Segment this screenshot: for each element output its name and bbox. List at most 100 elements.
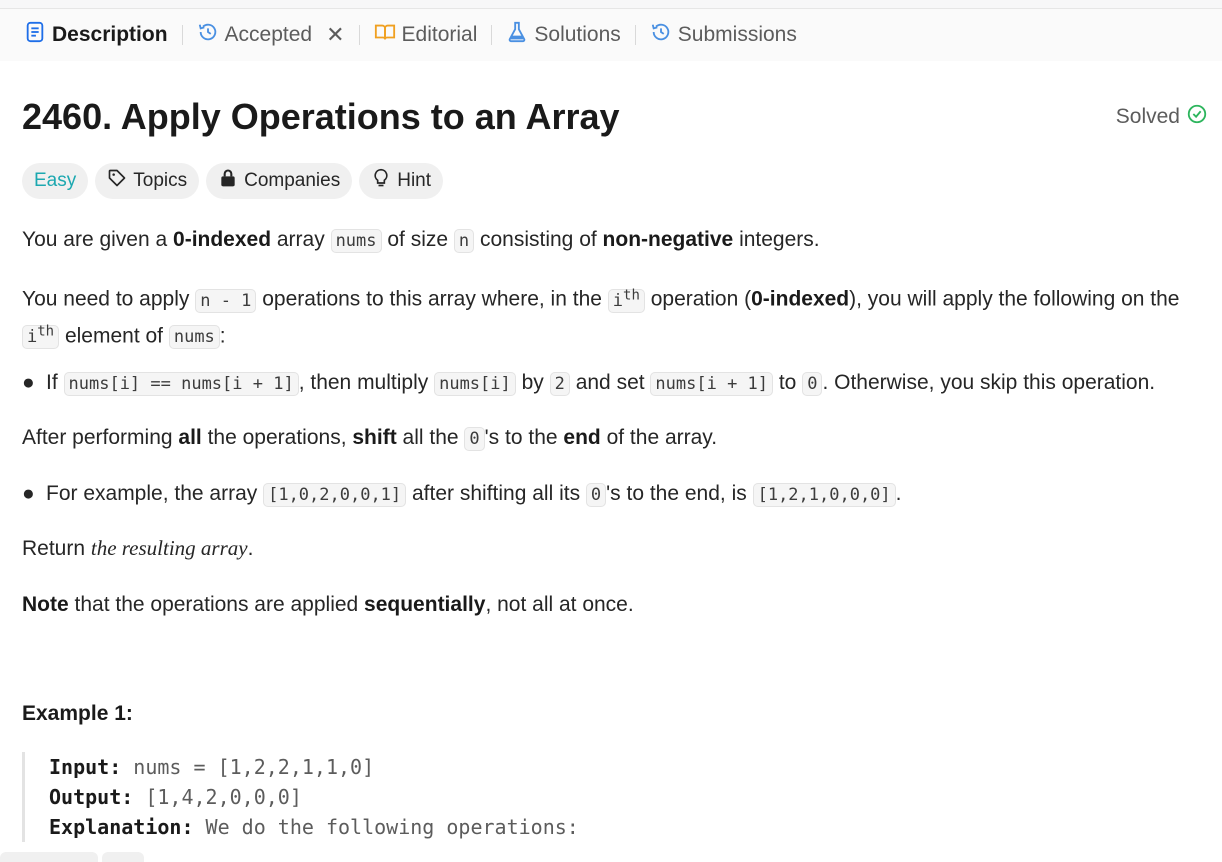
tab-solutions[interactable]: Solutions (502, 17, 624, 53)
tab-editorial[interactable]: Editorial (370, 17, 482, 53)
text: element of (59, 324, 169, 348)
topics-label: Topics (133, 170, 188, 191)
tab-submissions-label: Submissions (677, 23, 797, 46)
text: ), you will apply the following on the (849, 287, 1180, 311)
tab-divider (181, 25, 183, 45)
lock-icon (218, 168, 238, 194)
example-title: Example 1: (22, 702, 133, 725)
bullet-dot: ● (22, 482, 35, 505)
inline-code: 2 (549, 372, 570, 396)
flask-icon (506, 21, 528, 49)
example-input-line: Input: nums = [1,2,2,1,1,0] (49, 752, 1149, 782)
topics-button[interactable]: Topics (95, 163, 200, 199)
inline-code: nums (330, 229, 382, 253)
text: and set (569, 371, 651, 394)
bold-text: 0-indexed (751, 287, 850, 311)
tab-bar: Description Accepted ✕ Editorial Solutio… (0, 9, 1222, 61)
inline-code: n (453, 229, 475, 253)
hint-button[interactable]: Hint (359, 163, 444, 199)
text: operations to this array where, in the (256, 287, 608, 311)
text: : (219, 324, 226, 348)
list-item-text: If nums[i] == nums[i + 1], then multiply… (46, 367, 1155, 400)
text: You need to apply (22, 287, 196, 311)
bold-text: sequentially (364, 593, 486, 616)
tab-divider (491, 25, 493, 45)
book-icon (374, 21, 396, 49)
solved-status: Solved (1116, 103, 1208, 131)
tab-submissions[interactable]: Submissions (646, 17, 801, 53)
bullet-dot: ● (22, 371, 35, 394)
text: . (895, 482, 902, 505)
inline-code: n - 1 (195, 288, 257, 313)
example-output-label: Output: (49, 785, 134, 809)
difficulty-badge: Easy (22, 163, 89, 199)
bold-text: 0-indexed (173, 228, 272, 251)
inline-code: nums[i] == nums[i + 1] (63, 372, 299, 396)
solved-label: Solved (1115, 105, 1180, 128)
inline-code: ith (22, 323, 60, 350)
code-text: i (27, 327, 38, 348)
list-item: ● If nums[i] == nums[i + 1], then multip… (22, 367, 1212, 400)
description-paragraph: You need to apply n - 1 operations to th… (22, 280, 1212, 353)
bold-text: end (563, 426, 601, 449)
bold-text: Note (22, 593, 69, 616)
tab-editorial-label: Editorial (401, 23, 478, 46)
text: . Otherwise, you skip this operation. (822, 371, 1156, 394)
text: , not all at once. (485, 593, 634, 616)
top-border (0, 0, 1222, 9)
example-explanation-label: Explanation: (49, 815, 194, 839)
tab-solutions-label: Solutions (534, 23, 621, 46)
check-circle-icon (1186, 103, 1208, 131)
inline-code: 0 (464, 427, 485, 451)
text: 's to the end, is (606, 482, 753, 505)
tab-description-label: Description (52, 23, 168, 46)
example-output-value: [1,4,2,0,0,0] (133, 785, 302, 809)
description-paragraph: You are given a 0-indexed array nums of … (22, 224, 820, 257)
bold-text: non-negative (602, 228, 734, 251)
tab-accepted[interactable]: Accepted ✕ (193, 17, 349, 53)
inline-code: ith (607, 287, 645, 313)
text: of the array. (600, 426, 718, 449)
close-tab-icon[interactable]: ✕ (326, 22, 344, 48)
description-paragraph: After performing all the operations, shi… (22, 422, 717, 455)
inline-code: 0 (585, 483, 607, 507)
tab-description[interactable]: Description (20, 17, 172, 53)
text: If (46, 371, 64, 394)
text: all the (396, 426, 465, 449)
text: consisting of (474, 228, 603, 251)
description-paragraph: Return the resulting array. (22, 533, 253, 564)
text: of size (381, 228, 454, 251)
list-item-text: For example, the array [1,0,2,0,0,1] aft… (46, 478, 902, 511)
text: , then multiply (298, 371, 435, 394)
text: operation ( (644, 287, 752, 311)
text: to (773, 371, 803, 394)
list-item: ● For example, the array [1,0,2,0,0,1] a… (22, 478, 1212, 511)
companies-button[interactable]: Companies (206, 163, 353, 199)
example-block: Input: nums = [1,2,2,1,1,0] Output: [1,4… (22, 752, 1149, 842)
text: by (515, 371, 550, 394)
tab-divider (358, 25, 360, 45)
hint-label: Hint (397, 170, 432, 191)
cut-off-block (102, 852, 144, 862)
inline-code: [1,2,1,0,0,0] (752, 483, 896, 507)
cut-off-block (0, 852, 98, 862)
text: Return (22, 537, 91, 560)
example-explanation-value: We do the following operations: (193, 815, 579, 839)
text: after shifting all its (406, 482, 586, 505)
inline-code: 0 (802, 372, 823, 396)
superscript: th (37, 323, 55, 340)
history-icon (197, 21, 219, 49)
tab-accepted-label: Accepted (224, 23, 313, 46)
history-icon (650, 21, 672, 49)
text: integers. (733, 228, 820, 251)
text: . (247, 537, 254, 560)
inline-code: nums[i + 1] (650, 372, 774, 396)
text: array (271, 228, 331, 251)
bold-text: shift (352, 426, 397, 449)
text: You are given a (22, 228, 174, 251)
description-paragraph: Note that the operations are applied seq… (22, 589, 634, 620)
inline-code: nums (168, 325, 220, 350)
example-input-label: Input: (49, 755, 122, 779)
tag-row: Easy Topics Companies Hint (22, 163, 444, 199)
description-icon (24, 21, 46, 49)
